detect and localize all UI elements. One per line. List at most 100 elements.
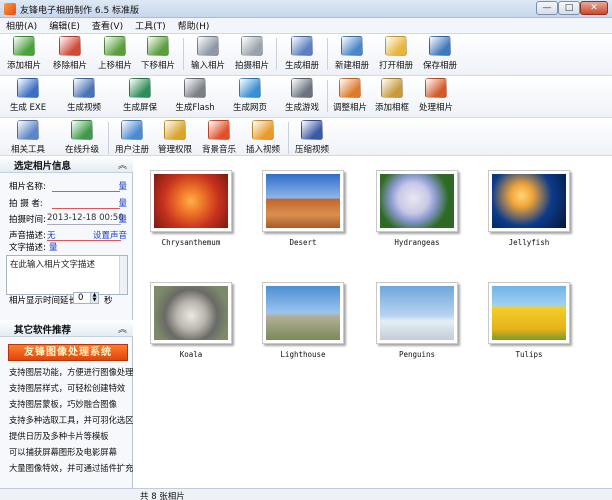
delay-label: 相片显示时间延长: [9,296,80,306]
move-down-button[interactable]: 下移相片 [140,36,176,71]
toolbar-separator [108,122,109,154]
related-tools-button[interactable]: 相关工具 [8,120,48,155]
photo-name-row: 相片名称: 量 [9,180,129,193]
add-frame-icon [381,78,403,98]
permission-icon [164,120,186,140]
photo-frame [150,282,232,344]
promo-banner[interactable]: 友锋图像处理系统 [8,344,128,361]
photo-caption: Lighthouse [280,350,326,359]
photo-thumbnail[interactable]: Koala [144,272,238,360]
new-album-button[interactable]: 新建相册 [334,36,370,71]
open-album-button[interactable]: 打开相册 [378,36,414,71]
make-album-button[interactable]: 生成相册 [284,36,320,71]
menu-tools[interactable]: 工具(T) [135,19,166,32]
text-description-input[interactable]: 在此输入相片文字描述 [6,255,128,295]
toolbar-separator [183,38,184,70]
other-software-title: 其它软件推荐 [14,325,72,336]
photo-image [154,174,228,228]
menu-album[interactable]: 相册(A) [6,19,37,32]
delay-stepper[interactable]: 0 ▲ ▼ [73,292,99,304]
make-video-button[interactable]: 生成视频 [64,78,104,113]
shoot-time-label: 拍摄时间: [9,215,46,225]
save-album-button[interactable]: 保存相册 [422,36,458,71]
toolbar-separator [276,38,277,70]
close-button[interactable]: ✕ [580,1,608,15]
register-icon [121,120,143,140]
stepper-arrows-icon[interactable]: ▲ ▼ [90,293,98,303]
make-game-button[interactable]: 生成游戏 [282,78,322,113]
photo-image [380,286,454,340]
set-voice-link[interactable]: 设置声音 [93,229,127,241]
photographer-save-icon[interactable]: 量 [118,197,127,209]
manage-permission-button[interactable]: 管理权限 [157,120,193,155]
menu-edit[interactable]: 编辑(E) [49,19,80,32]
promo-line: 大量图像特效，并可通过插件扩充 [9,463,134,473]
collapse-icon[interactable]: ︽ [118,322,127,335]
minimize-button[interactable]: — [536,1,558,15]
text-description-placeholder: 在此输入相片文字描述 [10,260,96,270]
promo-line: 可以捕获屏幕图形及电影屏幕 [9,447,117,457]
make-exe-button[interactable]: 生成 EXE [8,78,48,113]
adjust-photo-button[interactable]: 调整相片 [332,78,368,113]
photo-thumbnail[interactable]: Jellyfish [482,160,576,248]
delay-value: 0 [78,293,84,303]
toolbar-separator [288,122,289,154]
menu-help[interactable]: 帮助(H) [178,19,210,32]
background-music-button[interactable]: 背景音乐 [201,120,237,155]
scanner-icon [197,36,219,56]
photo-image [380,174,454,228]
make-webpage-button[interactable]: 生成网页 [230,78,270,113]
insert-video-button[interactable]: 插入视频 [245,120,281,155]
photo-thumbnail[interactable]: Chrysanthemum [144,160,238,248]
photo-thumbnail[interactable]: Lighthouse [256,272,350,360]
remove-photo-button[interactable]: 移除相片 [52,36,88,71]
add-photo-button[interactable]: 添加相片 [6,36,42,71]
open-folder-icon [385,36,407,56]
new-album-icon [341,36,363,56]
photo-count: 共 8 张相片 [140,492,185,500]
photo-image [266,286,340,340]
maximize-button[interactable]: □ [558,1,580,15]
textarea-scrollbar[interactable] [119,256,127,294]
collapse-icon[interactable]: ︽ [118,158,127,171]
input-photo-button[interactable]: 输入相片 [190,36,226,71]
adjust-photo-icon [339,78,361,98]
photo-frame [488,170,570,232]
promo-line: 提供日历及多种卡片等模板 [9,431,109,441]
compress-video-icon [301,120,323,140]
photo-thumbnail[interactable]: Desert [256,160,350,248]
text-desc-label: 文字描述: [9,243,46,253]
status-bar: 共 8 张相片 [0,488,612,500]
compress-video-button[interactable]: 压缩视频 [294,120,330,155]
capture-photo-button[interactable]: 拍摄相片 [234,36,270,71]
photo-name-field[interactable] [52,180,120,192]
exe-icon [17,78,39,98]
webpage-icon [239,78,261,98]
photo-caption: Tulips [515,350,543,359]
app-logo-icon [4,3,16,15]
photo-name-save-icon[interactable]: 量 [118,180,127,192]
menu-view[interactable]: 查看(V) [92,19,123,32]
text-desc-row: 文字描述: 量 [9,241,129,254]
photo-thumbnail[interactable]: Penguins [370,272,464,360]
photo-thumbnail[interactable]: Tulips [482,272,576,360]
text-desc-save-icon[interactable]: 量 [49,241,58,253]
music-icon [208,120,230,140]
other-software-header[interactable]: 其它软件推荐 ︽ [0,320,133,337]
user-register-button[interactable]: 用户注册 [114,120,150,155]
photo-image [266,174,340,228]
photo-info-header[interactable]: 选定相片信息 ︽ [0,156,133,173]
photographer-field[interactable] [52,197,120,209]
move-up-icon [104,36,126,56]
add-frame-button[interactable]: 添加相框 [374,78,410,113]
photo-image [154,286,228,340]
online-upgrade-button[interactable]: 在线升级 [64,120,100,155]
photo-thumbnail[interactable]: Hydrangeas [370,160,464,248]
move-up-button[interactable]: 上移相片 [97,36,133,71]
make-flash-button[interactable]: 生成Flash [174,78,216,113]
shoot-time-field[interactable]: 2013-12-18 00:50: [47,213,126,225]
make-screensaver-button[interactable]: 生成屏保 [120,78,160,113]
photographer-label: 拍 摄 者: [9,199,43,209]
shoot-time-save-icon[interactable]: 量 [118,213,127,225]
process-photo-button[interactable]: 处理相片 [418,78,454,113]
